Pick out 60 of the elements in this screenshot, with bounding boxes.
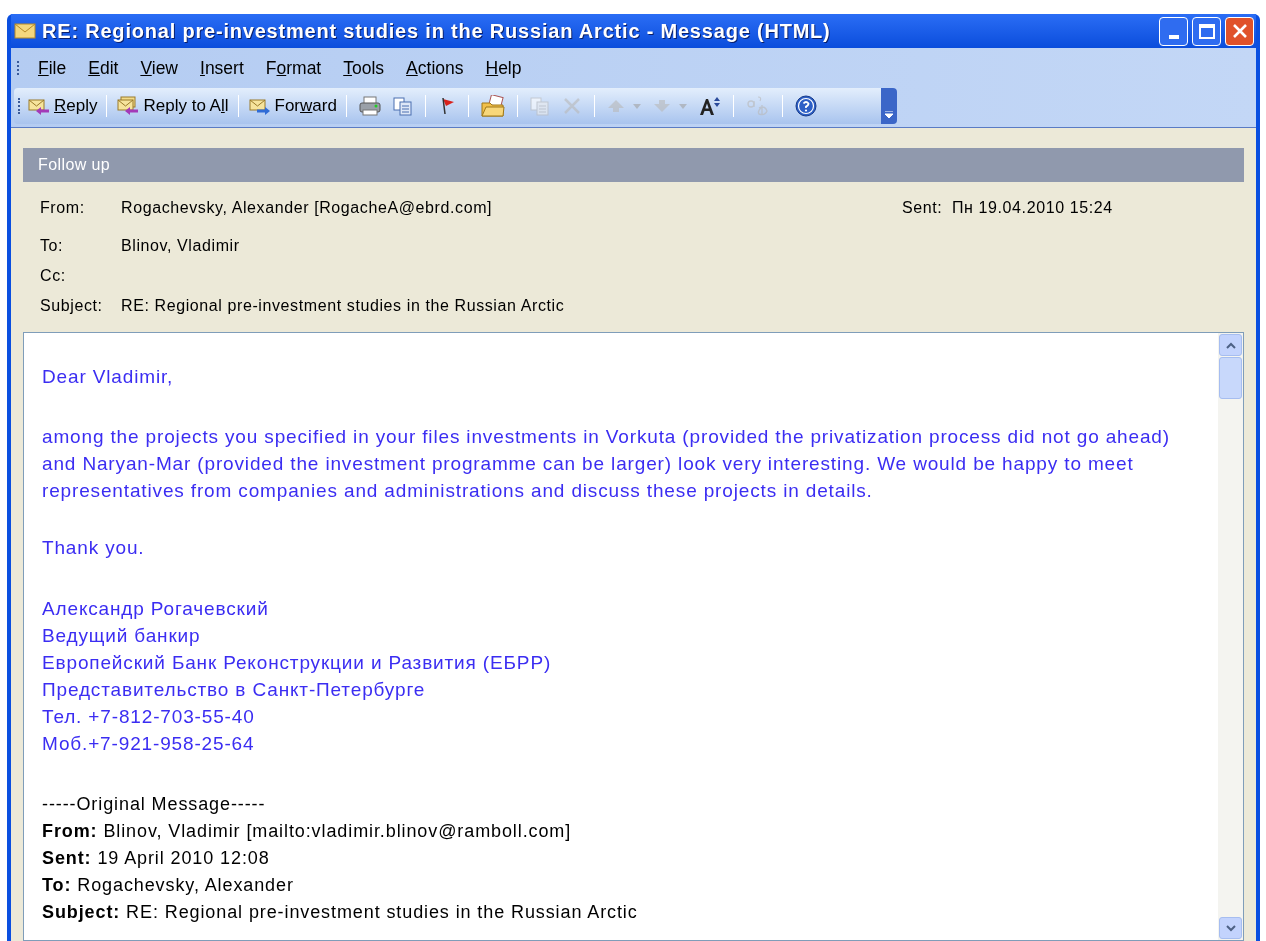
translate-icon xyxy=(745,95,770,117)
font-size-icon xyxy=(698,96,721,116)
scroll-up-icon[interactable] xyxy=(1219,334,1242,356)
printer-icon xyxy=(358,96,381,116)
envelope-icon xyxy=(247,96,272,116)
scroll-down-icon[interactable] xyxy=(1219,917,1242,939)
minimize-button[interactable] xyxy=(1159,16,1188,46)
field-label: To: xyxy=(40,236,65,256)
window-title: RE: Regional pre-investment studies in the Russian Arctic - Message (HTML) xyxy=(42,19,831,44)
original-header-line: Sent: 19 April 2010 12:08 xyxy=(42,847,271,870)
menu-item[interactable]: Format xyxy=(254,54,333,82)
toolbar-options-button[interactable] xyxy=(881,88,897,124)
scrollbar[interactable] xyxy=(1218,333,1243,940)
menu-item[interactable]: Help xyxy=(474,54,533,82)
copy-icon xyxy=(529,96,550,116)
sender: Rogachevsky, Alexander [RogacheA@ebrd.com] xyxy=(121,198,494,218)
envelope-icon xyxy=(14,23,36,39)
close-icon xyxy=(1231,23,1248,39)
original-header-line: From: Blinov, Vladimir [mailto:vladimir.blinov@ramboll.com] xyxy=(42,820,573,843)
signature-line: Александр Рогачевский xyxy=(42,597,270,621)
signature-line: Европейский Банк Реконструкции и Развития (ЕБРР) xyxy=(42,651,553,675)
menu-item[interactable]: View xyxy=(129,54,189,82)
down-arrow-icon xyxy=(652,98,671,114)
message-paragraph: among the projects you specified in your files investments in Vorkuta (provided the privatization process did not go ahead) and Naryan-Mar (provided the investment programme can be larger) look very interesting. We would be happy to meet representatives from companies and administrations and discuss these projects in details. xyxy=(42,425,1171,503)
copy-icon xyxy=(392,96,413,116)
forward-button[interactable]: Forward xyxy=(244,92,340,120)
signature-line: Представительство в Санкт-Петербурге xyxy=(42,678,427,702)
reply-all-button[interactable]: Reply to All xyxy=(113,92,232,120)
greeting: Dear Vladimir, xyxy=(42,365,175,389)
field-label: Cc: xyxy=(40,266,67,286)
menu-item[interactable]: File xyxy=(27,54,78,82)
menu-item[interactable]: Edit xyxy=(77,54,130,82)
folder-icon xyxy=(480,95,505,117)
menu-item[interactable]: Actions xyxy=(395,54,475,82)
signature-line: Моб.+7-921-958-25-64 xyxy=(42,732,256,756)
original-header-line: To: Rogachevsky, Alexander xyxy=(42,874,295,897)
reply-button[interactable]: Reply xyxy=(24,92,101,120)
scroll-thumb[interactable] xyxy=(1219,357,1242,399)
field-label: Sent: xyxy=(902,198,944,218)
delete-icon xyxy=(561,96,582,116)
envelope-icon xyxy=(116,96,141,116)
recipient: Blinov, Vladimir xyxy=(121,236,241,256)
up-arrow-icon xyxy=(606,98,625,114)
close-button[interactable] xyxy=(1225,16,1254,46)
original-header-line: Subject: RE: Regional pre-investment studies in the Russian Arctic xyxy=(42,901,639,924)
subject: RE: Regional pre-investment studies in the Russian Arctic xyxy=(121,296,566,316)
menu-item[interactable]: Insert xyxy=(189,54,255,82)
closing: Thank you. xyxy=(42,536,146,560)
envelope-icon xyxy=(27,96,51,116)
signature-line: Ведущий банкир xyxy=(42,624,202,648)
original-message-separator: -----Original Message----- xyxy=(42,793,267,816)
signature-line: Тел. +7-812-703-55-40 xyxy=(42,705,256,729)
follow-up-banner: Follow up xyxy=(23,148,1244,182)
field-label: From: xyxy=(40,198,86,218)
menu-item[interactable]: Tools xyxy=(332,54,396,82)
help-icon xyxy=(794,95,817,117)
chevron-icon xyxy=(885,111,893,119)
sent-date: Пн 19.04.2010 15:24 xyxy=(952,198,1113,218)
maximize-button[interactable] xyxy=(1192,16,1221,46)
field-label: Subject: xyxy=(40,296,104,316)
